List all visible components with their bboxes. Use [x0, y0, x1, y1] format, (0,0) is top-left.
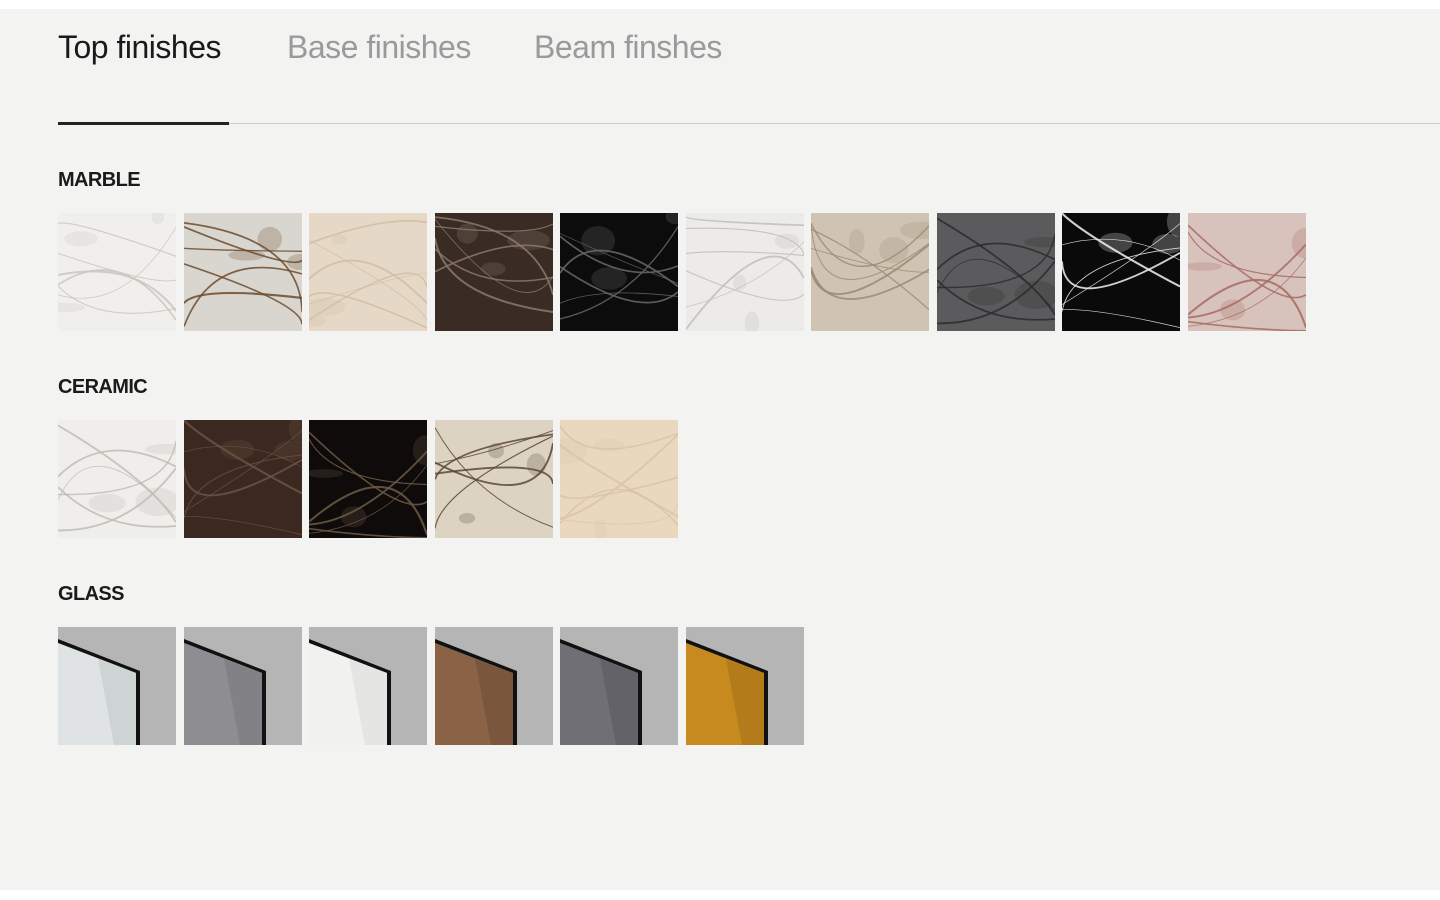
ceramic-swatch-ceramic-travertine[interactable]	[560, 420, 678, 538]
active-tab-indicator	[58, 122, 229, 125]
marble-swatch-statuario-white[interactable]	[686, 213, 804, 331]
tabs-divider	[58, 123, 1440, 124]
marble-swatch-travertine-beige[interactable]	[309, 213, 427, 331]
finishes-tabs: Top finishes Base finishes Beam finshes	[58, 9, 1440, 125]
ceramic-swatch-ceramic-brown-emperador[interactable]	[184, 420, 302, 538]
tab-top-finishes[interactable]: Top finishes	[58, 29, 221, 66]
section-title-ceramic: CERAMIC	[58, 376, 148, 398]
ceramic-swatch-ceramic-patagonia[interactable]	[435, 420, 553, 538]
marble-swatch-black-white-vein[interactable]	[1062, 213, 1180, 331]
glass-swatch-glass-extra-clear[interactable]	[58, 627, 176, 745]
marble-swatch-patagonia-quartzite[interactable]	[184, 213, 302, 331]
glass-swatch-glass-grey[interactable]	[184, 627, 302, 745]
marble-swatch-nero-marquina[interactable]	[560, 213, 678, 331]
glass-swatch-glass-smoke-textured[interactable]	[560, 627, 678, 745]
marble-swatch-rosa-onyx[interactable]	[1188, 213, 1306, 331]
glass-swatch-glass-gold[interactable]	[686, 627, 804, 745]
section-title-glass: GLASS	[58, 583, 125, 605]
tab-beam-finishes[interactable]: Beam finshes	[534, 29, 722, 66]
finishes-panel: Top finishes Base finishes Beam finshes …	[0, 9, 1440, 890]
marble-swatch-grey-onyx[interactable]	[937, 213, 1055, 331]
section-title-marble: MARBLE	[58, 169, 141, 191]
tab-base-finishes[interactable]: Base finishes	[287, 29, 471, 66]
glass-swatch-glass-white-textured[interactable]	[309, 627, 427, 745]
marble-swatch-taupe-breccia[interactable]	[811, 213, 929, 331]
ceramic-swatch-ceramic-calacatta[interactable]	[58, 420, 176, 538]
marble-swatch-emperador-dark[interactable]	[435, 213, 553, 331]
glass-swatch-glass-bronze-textured[interactable]	[435, 627, 553, 745]
marble-swatch-calacatta-white[interactable]	[58, 213, 176, 331]
ceramic-swatch-ceramic-sahara-noir[interactable]	[309, 420, 427, 538]
